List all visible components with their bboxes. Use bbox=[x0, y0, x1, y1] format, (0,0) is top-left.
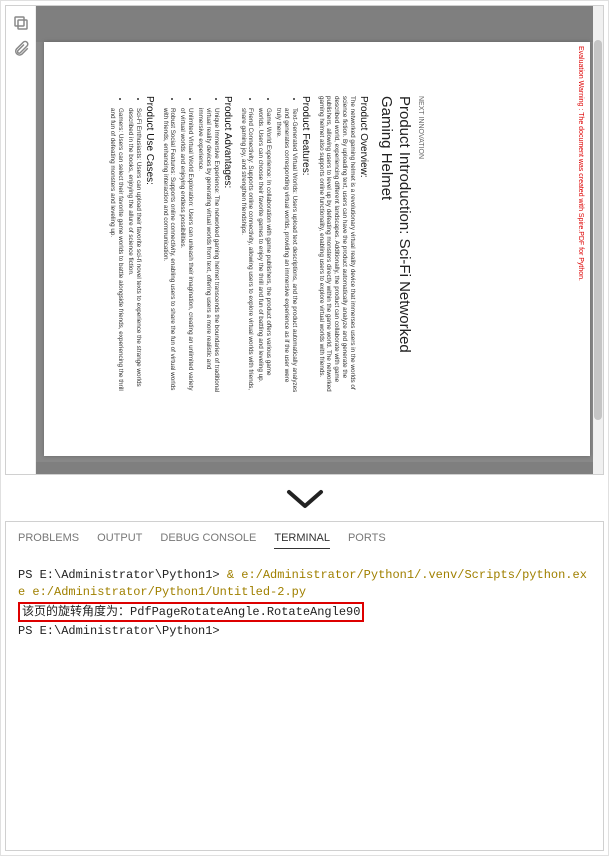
canvas-bg-top bbox=[36, 6, 593, 42]
scrollbar-vertical[interactable] bbox=[593, 6, 603, 474]
pdf-viewer: Evaluation Warning : The document was cr… bbox=[5, 5, 604, 475]
prompt-text: PS E:\Administrator\Python1> bbox=[18, 568, 227, 582]
list-item: Unique Immersive Experience: The network… bbox=[196, 108, 220, 396]
page-content-rotated: NEXT INNOVATION Product Introduction: Sc… bbox=[94, 46, 448, 446]
advantages-heading: Product Advantages: bbox=[222, 96, 233, 396]
page-header: NEXT INNOVATION bbox=[417, 96, 424, 396]
tab-output[interactable]: OUTPUT bbox=[97, 532, 142, 549]
pdf-page: Evaluation Warning : The document was cr… bbox=[44, 42, 590, 456]
watermark-text: Evaluation Warning : The document was cr… bbox=[577, 46, 584, 281]
attachment-icon[interactable] bbox=[12, 40, 30, 58]
tab-debug-console[interactable]: DEBUG CONSOLE bbox=[160, 532, 256, 549]
scroll-thumb[interactable] bbox=[594, 40, 602, 420]
features-heading: Product Features: bbox=[300, 96, 311, 396]
list-item: Game World Experience: In collaboration … bbox=[256, 108, 272, 396]
tab-terminal[interactable]: TERMINAL bbox=[274, 532, 330, 549]
tab-problems[interactable]: PROBLEMS bbox=[18, 532, 79, 549]
copy-icon[interactable] bbox=[12, 14, 30, 32]
pdf-sidebar bbox=[6, 6, 36, 474]
pdf-canvas[interactable]: Evaluation Warning : The document was cr… bbox=[36, 6, 603, 474]
usecases-list: Sci-Fi Enthusiasts: Users can upload the… bbox=[108, 96, 141, 396]
list-item: Friend Connectivity: Supports online con… bbox=[239, 108, 255, 396]
tab-ports[interactable]: PORTS bbox=[348, 532, 386, 549]
prompt-text: PS E:\Administrator\Python1> bbox=[18, 624, 227, 638]
overview-paragraph: The networked gaming helmet is a revolut… bbox=[317, 96, 356, 396]
arrow-down-icon bbox=[285, 486, 325, 515]
terminal-output[interactable]: PS E:\Administrator\Python1> & e:/Admini… bbox=[18, 567, 591, 640]
list-item: Text-Generated Virtual Worlds: Users upl… bbox=[274, 108, 298, 396]
advantages-list: Unique Immersive Experience: The network… bbox=[161, 96, 220, 396]
canvas-bg-bottom bbox=[36, 462, 593, 474]
product-title: Product Introduction: Sci-Fi Networked G… bbox=[377, 96, 413, 396]
list-item: Gamers: Users can select their favorite … bbox=[108, 108, 124, 396]
terminal-panel: PROBLEMS OUTPUT DEBUG CONSOLE TERMINAL P… bbox=[5, 521, 604, 851]
highlighted-output: 该页的旋转角度为：PdfPageRotateAngle.RotateAngle9… bbox=[18, 602, 364, 623]
list-item: Sci-Fi Enthusiasts: Users can upload the… bbox=[126, 108, 142, 396]
features-list: Text-Generated Virtual Worlds: Users upl… bbox=[239, 96, 298, 396]
panel-tabs: PROBLEMS OUTPUT DEBUG CONSOLE TERMINAL P… bbox=[18, 532, 591, 549]
list-item: Unlimited Virtual World Exploration: Use… bbox=[178, 108, 194, 396]
usecases-heading: Product Use Cases: bbox=[144, 96, 155, 396]
overview-heading: Product Overview: bbox=[358, 96, 369, 396]
list-item: Robust Social Features: Supports online … bbox=[161, 108, 177, 396]
